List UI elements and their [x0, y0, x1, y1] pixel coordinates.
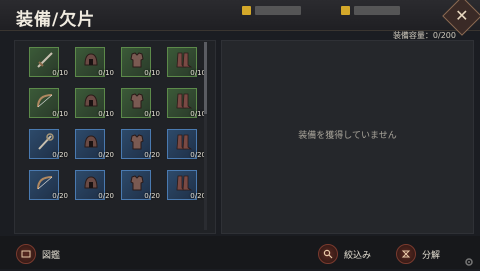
decompose-label: 分解: [422, 250, 441, 261]
inventory-slot[interactable]: 0/10: [121, 88, 160, 118]
item-count: 0/20: [98, 151, 114, 159]
filter-label: 絞込み: [344, 250, 372, 261]
empty-message: 装備を獲得していません: [298, 131, 397, 141]
book-icon: [16, 244, 36, 264]
item-count: 0/20: [98, 192, 114, 200]
item-count: 0/10: [52, 110, 68, 118]
inventory-slot[interactable]: 0/20: [75, 170, 114, 200]
currency-2-amount-hidden: [354, 5, 400, 15]
catalog-label: 図鑑: [42, 250, 61, 261]
decompose-icon: [396, 244, 416, 264]
item-count: 0/10: [98, 69, 114, 77]
item-count: 0/10: [144, 69, 160, 77]
item-count: 0/10: [98, 110, 114, 118]
item-count: 0/20: [144, 151, 160, 159]
inventory-slot[interactable]: 0/10: [29, 88, 68, 118]
gear-icon[interactable]: [464, 252, 473, 271]
currency-2: [341, 4, 400, 16]
inventory-slot[interactable]: 0/20: [29, 129, 68, 159]
inventory-slot[interactable]: 0/20: [121, 129, 160, 159]
inventory-slot[interactable]: 0/20: [121, 170, 160, 200]
inventory-slot[interactable]: 0/10: [167, 88, 206, 118]
item-count: 0/20: [144, 192, 160, 200]
catalog-button[interactable]: 図鑑: [16, 244, 60, 264]
top-bar: 装備/欠片 ✕: [0, 0, 480, 36]
inventory-grid: 0/10 0/10 0/10 0/10 0/10 0/10 0/10 0/10 0/20 0/20…: [29, 47, 206, 200]
inventory-slot[interactable]: 0/20: [167, 170, 206, 200]
currency-1: [242, 4, 301, 16]
bottom-bar: 図鑑 絞込み 分解: [0, 236, 480, 269]
item-count: 0/10: [52, 69, 68, 77]
detail-panel: 装備を獲得していません: [221, 40, 474, 234]
inventory-slot[interactable]: 0/20: [29, 170, 68, 200]
item-count: 0/20: [52, 192, 68, 200]
inventory-slot[interactable]: 0/20: [167, 129, 206, 159]
currency-1-amount-hidden: [255, 5, 301, 15]
filter-button[interactable]: 絞込み: [318, 244, 371, 264]
inventory-panel: 0/10 0/10 0/10 0/10 0/10 0/10 0/10 0/10 0/20 0/20…: [14, 40, 216, 234]
coin-icon: [341, 5, 350, 15]
inventory-slot[interactable]: 0/10: [75, 88, 114, 118]
decompose-button[interactable]: 分解: [396, 244, 440, 264]
coin-icon: [242, 5, 251, 15]
page-title: 装備/欠片: [16, 10, 96, 30]
inventory-slot[interactable]: 0/20: [75, 129, 114, 159]
inventory-slot[interactable]: 0/10: [167, 47, 206, 77]
inventory-slot[interactable]: 0/10: [121, 47, 160, 77]
item-count: 0/10: [144, 110, 160, 118]
item-count: 0/20: [52, 151, 68, 159]
inventory-slot[interactable]: 0/10: [29, 47, 68, 77]
inventory-slot[interactable]: 0/10: [75, 47, 114, 77]
close-icon: ✕: [455, 6, 469, 25]
scrollbar-thumb[interactable]: [204, 42, 207, 114]
search-icon: [318, 244, 338, 264]
